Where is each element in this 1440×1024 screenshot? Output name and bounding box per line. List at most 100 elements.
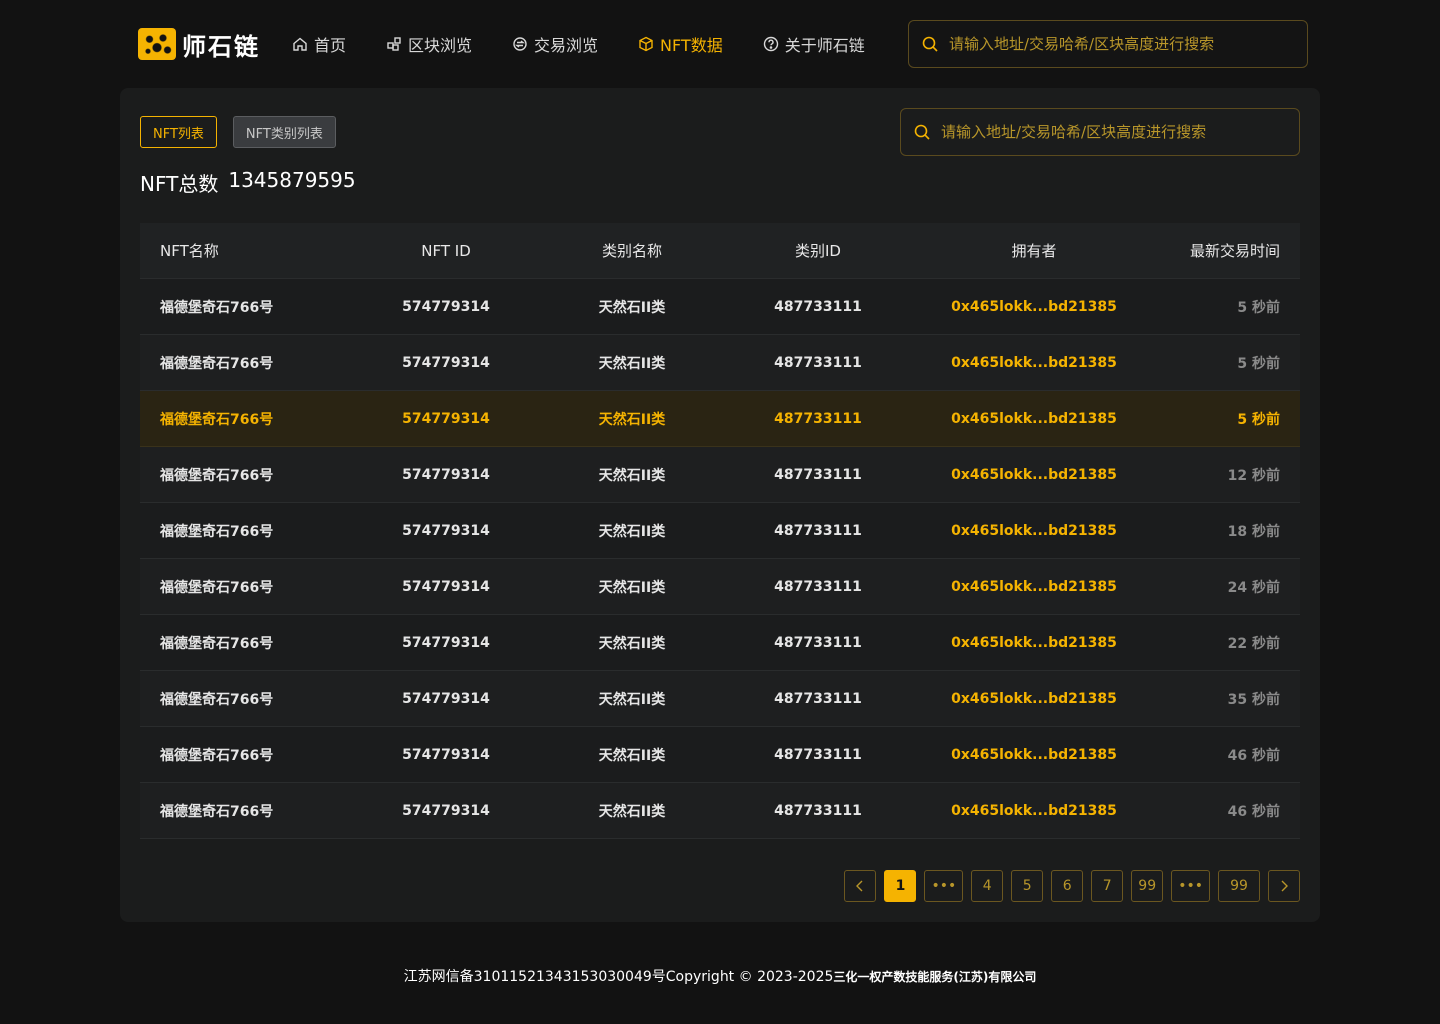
page-ellipsis[interactable]: •••: [924, 870, 964, 902]
home-icon: [293, 37, 307, 51]
column-header-nft-name: NFT名称: [160, 242, 219, 260]
header-search-input[interactable]: [949, 35, 1289, 53]
transaction-icon: [513, 37, 527, 51]
nft-name-cell: 福德堡奇石766号: [160, 803, 274, 820]
nav-item-blocks[interactable]: 区块浏览: [386, 32, 472, 56]
owner-address-link[interactable]: 0x465lokk...bd21385: [914, 579, 1154, 595]
nft-total-label: NFT总数: [140, 172, 219, 196]
page-button-7[interactable]: 7: [1091, 870, 1124, 902]
owner-address-link[interactable]: 0x465lokk...bd21385: [914, 299, 1154, 315]
blocks-icon: [387, 37, 401, 51]
panel-tabs: NFT列表 NFT类别列表: [140, 116, 336, 148]
category-name-cell: 天然石II类: [598, 635, 666, 652]
nft-id-cell: 574779314: [402, 298, 490, 315]
owner-address-link[interactable]: 0x465lokk...bd21385: [914, 467, 1154, 483]
nav-item-about[interactable]: 关于师石链: [763, 32, 865, 56]
column-header-category-name: 类别名称: [601, 242, 662, 260]
nav-item-transactions[interactable]: 交易浏览: [512, 32, 598, 56]
latest-time-cell: 35 秒前: [1227, 691, 1280, 708]
nft-name-cell: 福德堡奇石766号: [160, 411, 274, 428]
next-page-button[interactable]: [1268, 870, 1300, 902]
table-row[interactable]: 福德堡奇石766号 574779314 天然石II类 487733111 0x465lo…: [140, 391, 1300, 447]
tab-nft-category-list[interactable]: NFT类别列表: [232, 116, 336, 148]
column-header-nft-id: NFT ID: [421, 241, 471, 260]
header: 师石链 首页 区块浏览 交易浏览 NFT数据 关于师石链: [0, 0, 1440, 88]
table-row[interactable]: 福德堡奇石766号 574779314 天然石II类 487733111 0x465lo…: [140, 279, 1300, 335]
chevron-right-icon: [1281, 880, 1288, 892]
header-search[interactable]: [908, 20, 1308, 68]
nav-item-label: 交易浏览: [534, 36, 599, 55]
page-button-5[interactable]: 5: [1011, 870, 1044, 902]
category-id-cell: 487733111: [774, 578, 862, 595]
table-row[interactable]: 福德堡奇石766号 574779314 天然石II类 487733111 0x465lo…: [140, 335, 1300, 391]
nft-name-cell: 福德堡奇石766号: [160, 299, 274, 316]
nft-id-cell: 574779314: [402, 634, 490, 651]
latest-time-cell: 12 秒前: [1227, 467, 1280, 484]
help-circle-icon: [763, 36, 778, 52]
nav-item-home[interactable]: 首页: [292, 32, 346, 56]
search-icon: [922, 36, 938, 52]
panel-search-input[interactable]: [941, 123, 1281, 141]
main-nav: 首页 区块浏览 交易浏览 NFT数据 关于师石链: [292, 32, 865, 56]
nav-item-nft[interactable]: NFT数据: [638, 32, 723, 56]
prev-page-button[interactable]: [844, 870, 877, 902]
nft-id-cell: 574779314: [402, 354, 490, 371]
table-row[interactable]: 福德堡奇石766号 574779314 天然石II类 487733111 0x465lo…: [140, 783, 1300, 839]
owner-address-link[interactable]: 0x465lokk...bd21385: [914, 803, 1154, 819]
nft-total: NFT总数 1345879595: [140, 168, 356, 197]
category-id-cell: 487733111: [774, 298, 862, 315]
nft-id-cell: 574779314: [402, 690, 490, 707]
nav-item-label: NFT数据: [660, 36, 723, 55]
nft-id-cell: 574779314: [402, 746, 490, 763]
category-name-cell: 天然石II类: [598, 803, 666, 820]
footer-company: 三化一权产数技能服务(江苏)有限公司: [833, 970, 1037, 984]
owner-address-link[interactable]: 0x465lokk...bd21385: [914, 523, 1154, 539]
owner-address-link[interactable]: 0x465lokk...bd21385: [914, 691, 1154, 707]
table-row[interactable]: 福德堡奇石766号 574779314 天然石II类 487733111 0x465lo…: [140, 447, 1300, 503]
owner-address-link[interactable]: 0x465lokk...bd21385: [914, 635, 1154, 651]
column-header-latest-time: 最新交易时间: [1189, 242, 1280, 260]
category-name-cell: 天然石II类: [598, 355, 666, 372]
tab-nft-list[interactable]: NFT列表: [140, 116, 217, 148]
page-button-1[interactable]: 1: [884, 870, 917, 902]
table-header-row: NFT名称 NFT ID 类别名称 类别ID 拥有者 最新交易时间: [140, 223, 1300, 279]
nft-name-cell: 福德堡奇石766号: [160, 635, 274, 652]
category-name-cell: 天然石II类: [598, 411, 666, 428]
table-body: 福德堡奇石766号 574779314 天然石II类 487733111 0x465lo…: [140, 279, 1300, 839]
logo[interactable]: 师石链: [138, 28, 260, 61]
nft-name-cell: 福德堡奇石766号: [160, 691, 274, 708]
page-button-6[interactable]: 6: [1051, 870, 1084, 902]
nft-table: NFT名称 NFT ID 类别名称 类别ID 拥有者 最新交易时间 福德堡奇石7…: [140, 223, 1300, 839]
category-name-cell: 天然石II类: [598, 299, 666, 316]
owner-address-link[interactable]: 0x465lokk...bd21385: [914, 355, 1154, 371]
table-row[interactable]: 福德堡奇石766号 574779314 天然石II类 487733111 0x465lo…: [140, 503, 1300, 559]
category-id-cell: 487733111: [774, 522, 862, 539]
pagination: 1 ••• 4 5 6 7 99 ••• 99: [844, 870, 1300, 902]
nft-panel: NFT列表 NFT类别列表 NFT总数 1345879595 NFT名称 NFT…: [120, 88, 1320, 922]
column-header-category-id: 类别ID: [795, 242, 841, 260]
table-row[interactable]: 福德堡奇石766号 574779314 天然石II类 487733111 0x465lo…: [140, 615, 1300, 671]
nft-id-cell: 574779314: [402, 578, 490, 595]
latest-time-cell: 5 秒前: [1237, 411, 1280, 428]
latest-time-cell: 18 秒前: [1227, 523, 1280, 540]
page-ellipsis[interactable]: •••: [1171, 870, 1210, 902]
category-id-cell: 487733111: [774, 634, 862, 651]
category-name-cell: 天然石II类: [598, 467, 666, 484]
category-name-cell: 天然石II类: [598, 579, 666, 596]
latest-time-cell: 46 秒前: [1227, 803, 1280, 820]
owner-address-link[interactable]: 0x465lokk...bd21385: [914, 747, 1154, 763]
nft-id-cell: 574779314: [402, 466, 490, 483]
table-row[interactable]: 福德堡奇石766号 574779314 天然石II类 487733111 0x465lo…: [140, 671, 1300, 727]
footer: 江苏网信备31011521343153030049号Copyright © 20…: [0, 966, 1440, 986]
table-row[interactable]: 福德堡奇石766号 574779314 天然石II类 487733111 0x465lo…: [140, 559, 1300, 615]
page-button-4[interactable]: 4: [971, 870, 1004, 902]
owner-address-link[interactable]: 0x465lokk...bd21385: [914, 411, 1154, 427]
page-button-last[interactable]: 99: [1218, 870, 1260, 902]
table-row[interactable]: 福德堡奇石766号 574779314 天然石II类 487733111 0x465lo…: [140, 727, 1300, 783]
page-button-99[interactable]: 99: [1131, 870, 1164, 902]
panel-search[interactable]: [900, 108, 1300, 156]
nft-name-cell: 福德堡奇石766号: [160, 747, 274, 764]
category-id-cell: 487733111: [774, 802, 862, 819]
latest-time-cell: 24 秒前: [1227, 579, 1280, 596]
nft-name-cell: 福德堡奇石766号: [160, 523, 274, 540]
